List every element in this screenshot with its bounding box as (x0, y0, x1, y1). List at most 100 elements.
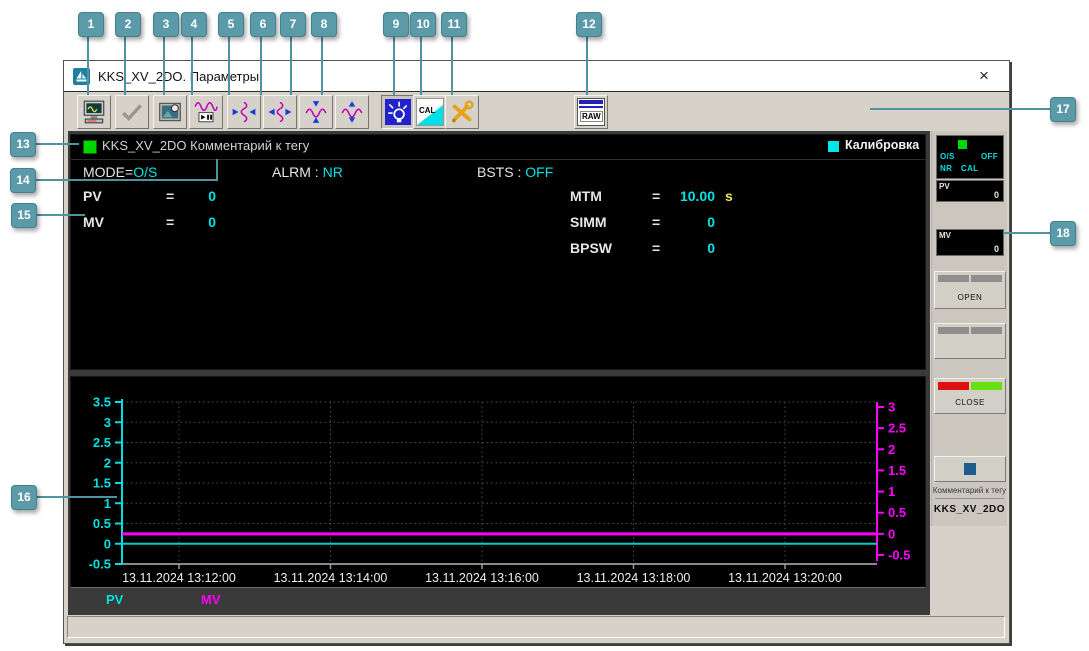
svg-text:2: 2 (104, 455, 111, 470)
callout-badge-18: 18 (1050, 221, 1076, 246)
callout-badge-12: 12 (576, 12, 602, 37)
callout-line (33, 179, 218, 181)
status-alarm: NR (940, 164, 953, 173)
print-screen-button[interactable] (77, 95, 111, 129)
window-title: KKS_XV_2DO. Параметры (98, 68, 260, 84)
callout-badge-3: 3 (153, 12, 179, 37)
raw-titlebar (579, 100, 603, 104)
callout-line (163, 35, 165, 95)
callout-badge-13: 13 (10, 132, 36, 157)
expand-time-icon (268, 101, 292, 123)
status-cal: CAL (961, 164, 979, 173)
faceplate-window: KKS_XV_2DO. Параметры × CAL RAW KKS_XV_2… (63, 60, 1010, 644)
callout-badge-7: 7 (280, 12, 306, 37)
tools-icon (452, 100, 474, 123)
callout-badge-16: 16 (11, 485, 37, 510)
callout-line (321, 35, 323, 95)
calibration-icon: CAL (416, 98, 444, 126)
state-bar (971, 327, 1002, 334)
callout-badge-4: 4 (181, 12, 207, 37)
callout-badge-8: 8 (311, 12, 337, 37)
close-state-bar-green (971, 382, 1002, 390)
legend-pv: PV (106, 592, 124, 607)
callout-badge-2: 2 (115, 12, 141, 37)
tools-button[interactable] (445, 95, 479, 129)
svg-text:1: 1 (888, 484, 895, 499)
tag-comment: KKS_XV_2DO Комментарий к тегу (102, 138, 310, 153)
alarm-lamp-icon (385, 99, 411, 125)
stop-icon (964, 463, 976, 475)
callout-line (393, 35, 395, 95)
raw-data-button[interactable]: RAW (574, 95, 608, 129)
divider (935, 498, 1004, 499)
pv-display-box: PV 0 (936, 180, 1004, 202)
svg-text:-0.5: -0.5 (89, 557, 111, 572)
pv-box-value: 0 (993, 190, 999, 200)
svg-text:2: 2 (888, 442, 895, 457)
pv-row: PV = 0 (83, 188, 283, 206)
close-valve-button[interactable]: CLOSE (934, 378, 1006, 414)
confirm-button[interactable] (115, 95, 149, 129)
stop-button[interactable] (934, 456, 1006, 482)
callout-badge-9: 9 (383, 12, 409, 37)
alarm-lamp-button[interactable] (381, 95, 415, 129)
cal-label: CAL (419, 106, 436, 115)
callout-badge-5: 5 (218, 12, 244, 37)
raw-data-icon: RAW (577, 98, 605, 126)
middle-button[interactable] (934, 323, 1006, 359)
open-state-bar (938, 275, 969, 282)
close-icon[interactable]: × (973, 65, 995, 87)
expand-scale-button[interactable] (335, 95, 369, 129)
equals-sign: = (652, 188, 661, 204)
compress-scale-button[interactable] (299, 95, 333, 129)
compress-time-button[interactable] (227, 95, 261, 129)
pv-label: PV (83, 188, 102, 204)
compress-scale-icon (305, 101, 327, 123)
status-mode: O/S (940, 152, 955, 161)
faceplate-tag: KKS_XV_2DO (933, 504, 1006, 515)
mtm-value: 10.00 (679, 188, 715, 204)
snapshot-button[interactable] (153, 95, 187, 129)
compress-time-icon (232, 101, 256, 123)
status-box: O/S OFF NR CAL (936, 135, 1004, 179)
pv-box-label: PV (939, 182, 950, 191)
calibration-indicator (828, 141, 839, 152)
callout-line (420, 35, 422, 95)
trend-run-pause-button[interactable] (189, 95, 223, 129)
equals-sign: = (652, 214, 661, 230)
open-button[interactable]: OPEN (934, 271, 1006, 309)
svg-text:0: 0 (104, 536, 111, 551)
mtm-unit: s (725, 188, 733, 204)
callout-line (216, 159, 218, 181)
divider (71, 159, 925, 160)
callout-line (870, 108, 1050, 110)
trend-run-pause-icon (194, 102, 218, 123)
bsts-label: BSTS : (477, 164, 522, 180)
status-indicator (958, 140, 967, 149)
trend-chart: 3.5 3 2.5 2 1.5 1 0.5 0 -0.5 3 2.5 2 1.5 1 0.5 0 -0.5 13.… (89, 395, 911, 586)
faceplate-side-panel: O/S OFF NR CAL PV 0 MV 0 OPEN CLOSE Комм… (931, 131, 1007, 526)
mv-value: 0 (208, 214, 216, 230)
callout-badge-14: 14 (10, 168, 36, 193)
callout-line (228, 35, 230, 95)
svg-text:3: 3 (104, 415, 111, 430)
bpsw-row: BPSW = 0 (570, 240, 790, 258)
state-bar (938, 327, 969, 334)
trend-legend: PV MV (70, 589, 926, 613)
svg-text:2.5: 2.5 (888, 421, 906, 436)
simm-row: SIMM = 0 (570, 214, 790, 232)
svg-text:1.5: 1.5 (888, 463, 906, 478)
callout-line (586, 35, 588, 95)
expand-time-button[interactable] (263, 95, 297, 129)
bpsw-label: BPSW (570, 240, 612, 256)
open-button-label: OPEN (957, 293, 983, 302)
content-area: KKS_XV_2DO Комментарий к тегу Калибровка… (68, 131, 930, 615)
snapshot-icon (159, 102, 181, 122)
screenshot-root: 1 2 3 4 5 6 7 8 9 10 11 12 13 14 15 16 1… (0, 0, 1089, 651)
equals-sign: = (166, 188, 175, 204)
equals-sign: = (166, 214, 175, 230)
mtm-row: MTM = 10.00 s (570, 188, 790, 206)
calibration-button[interactable]: CAL (413, 95, 447, 129)
bsts-field: BSTS : OFF (477, 164, 553, 180)
callout-badge-11: 11 (441, 12, 467, 37)
